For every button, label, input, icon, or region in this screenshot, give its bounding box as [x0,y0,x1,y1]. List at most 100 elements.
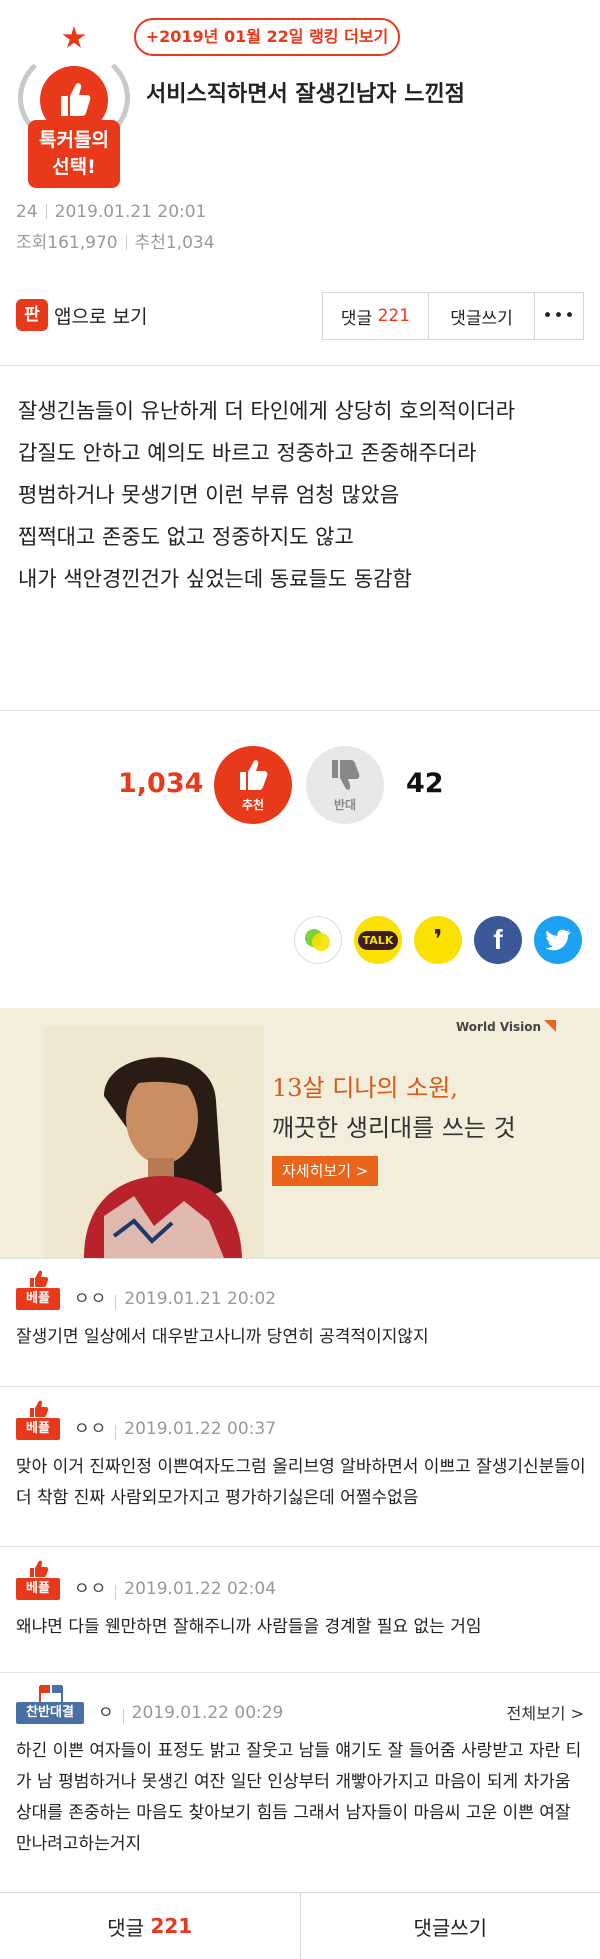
post-body-line: 찝쩍대고 존중도 없고 정중하지도 않고 [18,525,354,549]
divider [0,365,600,366]
facebook-icon[interactable]: f [474,916,522,964]
thumbs-up-icon [30,1270,48,1287]
comment-date: 2019.01.22 00:37 [124,1419,277,1439]
ad-girl-image [44,1026,264,1258]
recommend-count: 추천1,034 [134,233,215,253]
story-icon[interactable]: ❜ [414,916,462,964]
divider [0,1258,600,1259]
flags-icon [39,1685,63,1702]
ad-brand-name: World Vision [456,1020,542,1034]
divider [122,1709,124,1724]
bottom-write-comment-button[interactable]: 댓글쓰기 [301,1893,600,1959]
comment-header: 베플 ㅇㅇ 2019.01.22 02:04 [16,1560,276,1600]
best-reply-tag: 베플 [16,1578,60,1600]
post-body-line: 잘생긴놈들이 유난하게 더 타인에게 상당히 호의적이더라 [18,399,516,423]
post-body-line: 갑질도 안하고 예의도 바르고 정중하고 존중해주더라 [18,441,477,465]
twitter-icon[interactable] [534,916,582,964]
thumbs-up-icon [240,760,268,790]
post-body-line: 내가 색안경낀건가 싶었는데 동료들도 동감함 [18,567,412,591]
thumbs-up-icon [30,1560,48,1577]
comment-item: 베플 ㅇㅇ 2019.01.21 20:02 잘생기면 일상에서 대우받고사니까… [0,1270,600,1386]
more-options-button[interactable]: ••• [535,293,583,339]
comment-count-button[interactable]: 댓글 221 [323,293,429,339]
downvote-button[interactable]: 반대 [306,746,384,824]
thumbs-up-icon [30,1400,48,1417]
ad-banner[interactable]: World Vision 13살 디나의 소원, 깨끗한 생리대를 쓰는 것 자… [0,1008,600,1258]
view-all-link[interactable]: 전체보기 > [507,1700,584,1724]
comment-header: 베플 ㅇㅇ 2019.01.21 20:02 [16,1270,276,1310]
divider [115,1295,117,1310]
thumbs-up-icon [61,83,91,116]
divider [0,1386,600,1387]
comment-text: 맞아 이거 진짜인정 이쁜여자도그럼 올리브영 알바하면서 이쁘고 잘생기신분들… [16,1457,586,1508]
divider [115,1425,117,1440]
comment-text: 하긴 이쁜 여자들이 표정도 밝고 잘웃고 남들 얘기도 잘 들어줌 사랑받고 … [16,1741,582,1854]
post-meta-line2: 조회161,970 추천1,034 [16,228,215,253]
divider [115,1585,117,1600]
post-title: 서비스직하면서 잘생긴남자 느낀점 [146,82,465,107]
best-reply-badge: 베플 [16,1400,60,1440]
app-view-label: 앱으로 보기 [54,305,148,328]
comment-header: 찬반대결 ㅇ 2019.01.22 00:29 [16,1684,283,1724]
comment-label: 댓글 [340,308,373,329]
app-view-button[interactable]: 판 앱으로 보기 [16,298,147,332]
best-reply-tag: 베플 [16,1288,60,1310]
bottom-comment-count: 221 [150,1914,193,1938]
versus-tag: 찬반대결 [16,1702,84,1724]
bottom-action-bar: 댓글 221 댓글쓰기 [0,1892,600,1959]
author-level: 24 [16,202,38,222]
comment-author: ㅇ [98,1703,115,1723]
best-reply-badge: 베플 [16,1270,60,1310]
post-meta-line1: 24 2019.01.21 20:01 [16,202,206,222]
comment-date: 2019.01.22 00:29 [131,1703,284,1723]
comment-author: ㅇㅇ [74,1419,108,1439]
badge-line1: 톡커들의 [39,129,109,151]
post-header: 톡커들의 선택! +2019년 01월 22일 랭킹 더보기 서비스직하면서 잘… [0,0,600,270]
versus-badge: 찬반대결 [16,1684,84,1724]
kakaotalk-icon[interactable]: TALK [354,916,402,964]
comment-text: 왜냐면 다들 웬만하면 잘해주니까 사람들을 경계할 필요 없는 거임 [16,1617,482,1637]
comment-author: ㅇㅇ [74,1579,108,1599]
best-reply-tag: 베플 [16,1418,60,1440]
view-count: 조회161,970 [16,233,118,253]
upvote-label: 추천 [241,798,265,812]
badge-label: 톡커들의 선택! [28,120,120,188]
post-body: 잘생긴놈들이 유난하게 더 타인에게 상당히 호의적이더라 갑질도 안하고 예의… [18,390,588,600]
twitter-bird-glyph [545,929,571,951]
comment-date: 2019.01.22 02:04 [124,1579,277,1599]
badge-line2: 선택! [52,156,96,178]
divider [125,235,127,250]
kakaostory-icon[interactable] [294,916,342,964]
star-icon [62,26,86,48]
comment-header: 베플 ㅇㅇ 2019.01.22 00:37 [16,1400,276,1440]
ranking-more-link[interactable]: +2019년 01월 22일 랭킹 더보기 [134,18,400,56]
best-reply-badge: 베플 [16,1560,60,1600]
downvote-label: 반대 [333,798,357,812]
comment-item: 베플 ㅇㅇ 2019.01.22 00:37 맞아 이거 진짜인정 이쁜여자도그… [0,1400,600,1542]
comment-text: 잘생기면 일상에서 대우받고사니까 당연히 공격적이지않지 [16,1327,429,1347]
ad-title-line2: 깨끗한 생리대를 쓰는 것 [272,1114,516,1142]
upvote-button[interactable]: 추천 [214,746,292,824]
thumbs-down-icon [332,760,360,790]
ad-brand: World Vision [456,1020,557,1034]
post-datetime: 2019.01.21 20:01 [54,202,207,222]
write-comment-button[interactable]: 댓글쓰기 [429,293,535,339]
app-icon: 판 [16,299,48,331]
comment-count: 221 [377,306,411,326]
comment-date: 2019.01.21 20:02 [124,1289,277,1309]
worldvision-logo-icon [544,1020,557,1032]
kakaostory-glyph [305,929,330,951]
talkers-choice-badge: 톡커들의 선택! [18,26,130,188]
comment-item: 찬반대결 ㅇ 2019.01.22 00:29 전체보기 > 하긴 이쁜 여자들… [0,1684,600,1884]
divider [0,710,600,711]
divider [0,1546,600,1547]
post-action-group: 댓글 221 댓글쓰기 ••• [322,292,584,340]
kakaotalk-label: TALK [357,930,399,950]
bottom-comment-count-button[interactable]: 댓글 221 [0,1893,301,1959]
ad-cta-button[interactable]: 자세히보기 > [272,1156,379,1186]
comment-author: ㅇㅇ [74,1289,108,1309]
divider [45,204,47,219]
post-body-line: 평범하거나 못생기면 이런 부류 엄청 많았음 [18,483,400,507]
ad-title-line1: 13살 디나의 소원, [272,1074,458,1102]
